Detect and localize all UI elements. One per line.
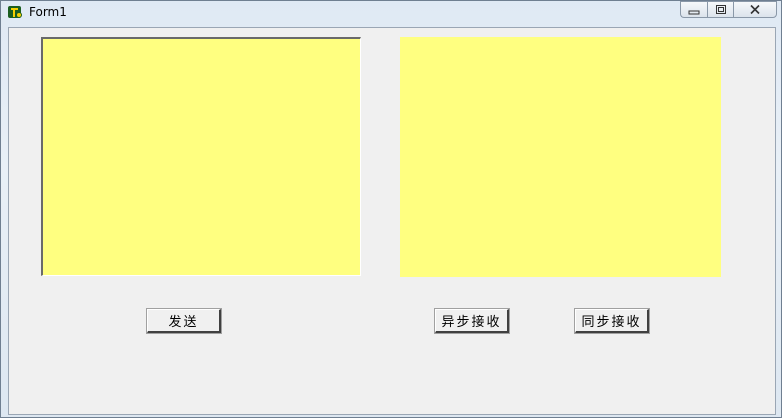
- minimize-icon: [688, 0, 700, 19]
- window-title: Form1: [29, 5, 67, 19]
- receive-textbox[interactable]: [400, 37, 721, 277]
- caption-buttons: [680, 1, 777, 18]
- send-button[interactable]: 发送: [146, 308, 222, 334]
- restore-button[interactable]: [707, 1, 733, 18]
- minimize-button[interactable]: [680, 1, 707, 18]
- sync-receive-button[interactable]: 同步接收: [574, 308, 650, 334]
- title-bar[interactable]: Form1: [1, 1, 781, 25]
- close-button[interactable]: [733, 1, 777, 18]
- restore-icon: [715, 0, 727, 19]
- close-icon: [749, 0, 761, 19]
- form-client-area: 发送 异步接收 同步接收: [8, 27, 776, 415]
- async-receive-button[interactable]: 异步接收: [434, 308, 510, 334]
- form-window: Form1 发送 异步接收 同步接收: [0, 0, 782, 418]
- app-icon[interactable]: [7, 4, 23, 20]
- send-textbox[interactable]: [41, 37, 361, 276]
